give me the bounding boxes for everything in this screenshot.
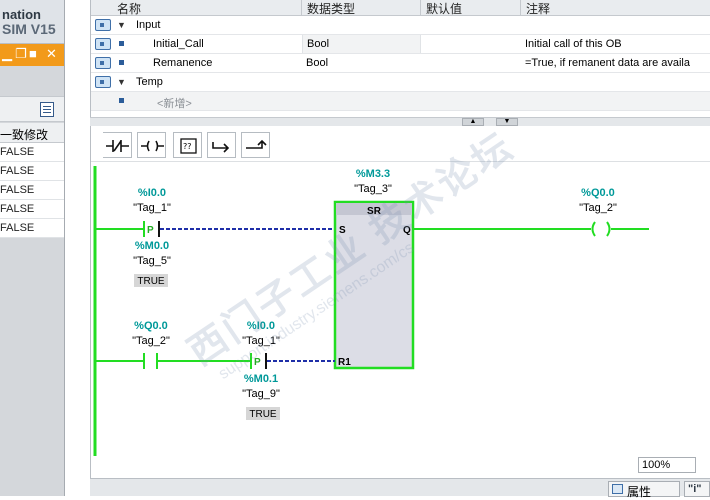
expand-caret-icon[interactable]: ▼ (117, 77, 126, 87)
add-new-param[interactable]: <新增> (153, 92, 302, 110)
p-contact-1[interactable]: P (143, 221, 160, 237)
properties-icon (612, 484, 623, 494)
restore-icon[interactable]: ❐ (15, 46, 27, 62)
edge-tag[interactable]: "Tag_9" (242, 388, 280, 400)
sr-title: SR (367, 206, 382, 217)
column-header-consistent-modify: 一致修改 (0, 123, 64, 143)
sr-pin-q: Q (403, 225, 411, 236)
list-item[interactable]: FALSE (0, 181, 64, 200)
maximize-icon[interactable]: ■ (29, 46, 37, 61)
param-type: Bool (306, 57, 329, 69)
interface-param-icon (95, 38, 111, 50)
sr-address[interactable]: %M3.3 (356, 168, 390, 180)
p-contact-symbol: P (254, 357, 261, 368)
param-comment: Initial call of this OB (525, 38, 622, 50)
list-item[interactable]: FALSE (0, 200, 64, 219)
edge-address[interactable]: %M0.0 (135, 240, 169, 252)
param-name: Input (136, 19, 161, 31)
param-comment (521, 92, 710, 110)
collapse-up-icon[interactable]: ▲ (462, 118, 484, 126)
operand-address[interactable]: %I0.0 (138, 187, 166, 199)
interface-param-icon (95, 57, 111, 69)
block-interface-table: 名称 数据类型 默认值 注释 ▼ Input Initial_Call Bool… (90, 0, 710, 122)
sr-tag[interactable]: "Tag_3" (354, 183, 392, 195)
table-row[interactable]: ▼ Input (91, 16, 710, 35)
info-tab-label: "i" (688, 483, 702, 495)
table-row[interactable]: Remanence Bool =True, if remanent data a… (91, 54, 710, 73)
minimize-icon[interactable]: ▁ (2, 46, 12, 62)
interface-param-icon (95, 76, 111, 88)
plcsim-window-controls: ▁ ❐ ■ ✕ (0, 44, 64, 66)
operand-tag[interactable]: "Tag_1" (242, 335, 280, 347)
param-name: Initial_Call (153, 38, 204, 50)
output-coil[interactable] (591, 221, 611, 237)
column-header-default[interactable]: 默认值 (421, 0, 521, 16)
param-name: Remanence (153, 57, 213, 69)
bullet-icon (119, 41, 124, 46)
p-contact-symbol: P (147, 225, 154, 236)
sr-block[interactable] (333, 200, 415, 370)
expand-down-icon[interactable]: ▼ (496, 118, 518, 126)
plcsim-toolbar (0, 96, 64, 122)
table-row[interactable]: ▼ Temp (91, 73, 710, 92)
document-icon[interactable] (40, 102, 54, 117)
p-contact-2[interactable]: P (250, 353, 267, 369)
properties-tab[interactable]: 属性 (608, 481, 680, 499)
coil-address[interactable]: %Q0.0 (581, 187, 615, 199)
no-contact[interactable] (143, 353, 158, 369)
ladder-network: P %I0.0 "Tag_1" %M0.0 "Tag_5" TRUE %M3.3… (93, 166, 649, 456)
list-item[interactable]: FALSE (0, 219, 64, 238)
monitor-value: TRUE (249, 409, 277, 420)
bullet-icon (119, 98, 124, 103)
sr-pin-r1: R1 (338, 357, 351, 368)
bullet-icon (119, 60, 124, 65)
sr-pin-s: S (339, 225, 346, 236)
list-item[interactable]: FALSE (0, 162, 64, 181)
table-row[interactable]: Initial_Call Bool Initial call of this O… (91, 35, 710, 54)
operand-address[interactable]: %I0.0 (247, 320, 275, 332)
edge-tag[interactable]: "Tag_5" (133, 255, 171, 267)
properties-tab-label: 属性 (627, 485, 652, 499)
param-comment: =True, if remanent data are availa (525, 57, 690, 69)
column-header-type[interactable]: 数据类型 (302, 0, 421, 16)
interface-splitter[interactable]: ▲ ▼ (90, 117, 710, 126)
param-name: Temp (136, 76, 163, 88)
operand-tag[interactable]: "Tag_1" (133, 202, 171, 214)
edge-address[interactable]: %M0.1 (244, 373, 278, 385)
inspector-bar: 属性 "i" (90, 478, 710, 499)
list-item[interactable]: FALSE (0, 143, 64, 162)
plcsim-panel: nation SIM V15 ▁ ❐ ■ ✕ 一致修改 FALSE FALSE … (0, 0, 65, 496)
info-tab[interactable]: "i" (684, 481, 710, 497)
param-comment (521, 73, 710, 91)
expand-caret-icon[interactable]: ▼ (117, 20, 126, 30)
param-type (302, 16, 421, 34)
monitor-value: TRUE (137, 276, 165, 287)
operand-tag[interactable]: "Tag_2" (132, 335, 170, 347)
param-comment (521, 16, 710, 34)
param-type (302, 92, 421, 110)
plcsim-title-line1: nation (2, 7, 41, 22)
table-row[interactable]: <新增> (91, 92, 710, 111)
column-header-name[interactable]: 名称 (91, 0, 302, 16)
plcsim-title-line2: SIM V15 (2, 21, 56, 37)
coil-tag[interactable]: "Tag_2" (579, 202, 617, 214)
param-type (302, 73, 421, 91)
interface-param-icon (95, 19, 111, 31)
operand-address[interactable]: %Q0.0 (134, 320, 168, 332)
close-icon[interactable]: ✕ (46, 46, 57, 62)
param-type: Bool (302, 35, 421, 53)
plcsim-titlebar: nation SIM V15 (0, 0, 64, 44)
column-header-comment[interactable]: 注释 (521, 0, 710, 16)
